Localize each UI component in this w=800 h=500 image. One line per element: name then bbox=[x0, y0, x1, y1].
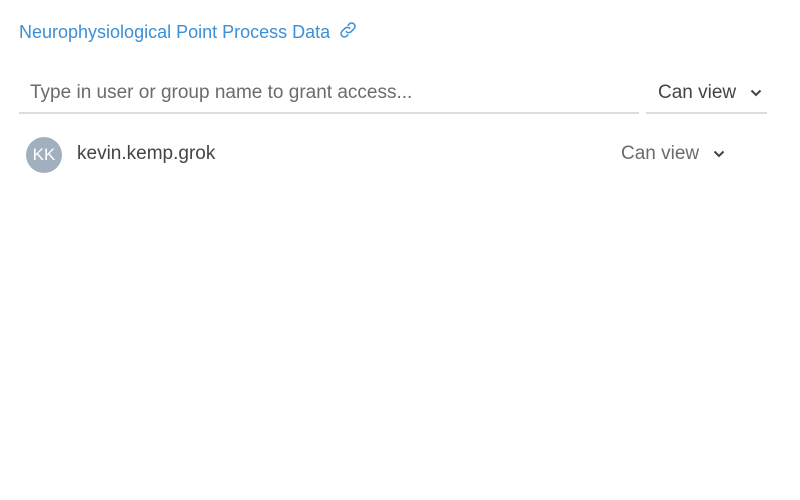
dataset-title-link[interactable]: Neurophysiological Point Process Data bbox=[19, 20, 358, 45]
avatar: KK bbox=[26, 137, 62, 173]
grant-access-input[interactable] bbox=[19, 74, 639, 114]
new-permission-select[interactable]: Can view bbox=[646, 74, 767, 114]
chevron-down-icon bbox=[750, 89, 762, 97]
user-permission-select[interactable]: Can view bbox=[621, 143, 725, 165]
dataset-title: Neurophysiological Point Process Data bbox=[19, 22, 331, 42]
user-name: kevin.kemp.grok bbox=[77, 143, 216, 164]
new-permission-label: Can view bbox=[658, 82, 737, 103]
chevron-down-icon bbox=[713, 150, 725, 158]
user-permission-label: Can view bbox=[621, 143, 700, 164]
link-icon[interactable] bbox=[338, 20, 358, 45]
